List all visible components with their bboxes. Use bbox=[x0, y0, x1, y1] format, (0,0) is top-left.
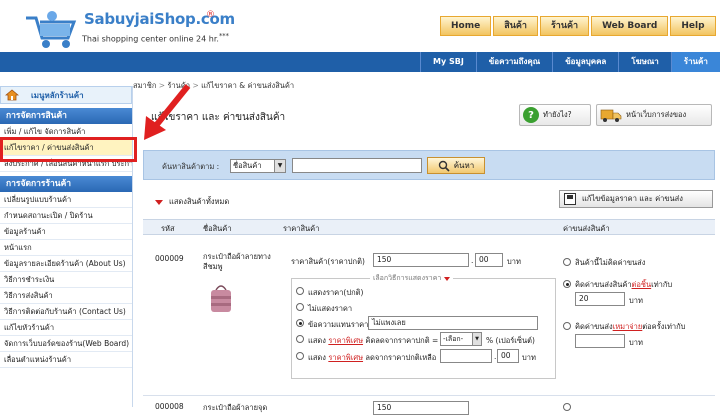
nav-webboard[interactable]: Web Board bbox=[591, 16, 669, 36]
options-legend: เลือกวิธีการแสดงราคา bbox=[370, 273, 454, 284]
col-name: ชื่อสินค้า bbox=[203, 224, 232, 233]
radio-hide-price[interactable] bbox=[296, 303, 304, 311]
radio-no-shipping[interactable] bbox=[563, 403, 571, 411]
product-image-bag[interactable] bbox=[208, 282, 234, 314]
nav-shops[interactable]: ร้านค้า bbox=[539, 16, 590, 36]
shipping-flat-label: คิดค่าขนส่งเหมาจ่ายต่อครั้งเท่ากับ bbox=[575, 322, 686, 331]
tagline: Thai shopping center online 24 hr.*** bbox=[82, 32, 229, 44]
discount-amount-label: แสดง ราคาพิเศษ ลดจากราคาปกติเหลือ bbox=[308, 353, 437, 362]
special-price-link[interactable]: ราคาพิเศษ bbox=[328, 336, 363, 345]
discount-satang-input[interactable]: 00 bbox=[497, 349, 519, 363]
sidebar-item-payment[interactable]: วิธีการชำระเงิน bbox=[0, 272, 132, 288]
registered-mark: ® bbox=[206, 10, 215, 20]
price-display-options: เลือกวิธีการแสดงราคา แสดงราคา(ปกติ) ไม่แ… bbox=[291, 273, 556, 379]
subnav-messages[interactable]: ข้อความถึงคุณ bbox=[475, 52, 552, 72]
price-label: ราคาสินค้า(ราคาปกติ) bbox=[291, 257, 365, 266]
col-code: รหัส bbox=[161, 224, 175, 233]
radio-discount-amount[interactable] bbox=[296, 352, 304, 360]
product-name[interactable]: กระเป๋าถือผ้าลายทางสีชมพู bbox=[203, 252, 281, 272]
product-code: 000009 bbox=[155, 254, 184, 263]
chevron-down-icon: ▼ bbox=[472, 333, 481, 345]
price-text-input[interactable]: ไม่แพงเลย bbox=[368, 316, 538, 330]
radio-no-shipping[interactable] bbox=[563, 258, 571, 266]
discount-percent-label: แสดง ราคาพิเศษ คิดลดจากราคาปกติ = bbox=[308, 336, 439, 345]
col-shipping: ค่าขนส่งสินค้า bbox=[563, 224, 610, 233]
site-header: SabuyjaiShop.com ® Thai shopping center … bbox=[0, 0, 720, 52]
search-input[interactable] bbox=[292, 158, 422, 173]
price-satang-input[interactable]: 00 bbox=[475, 253, 503, 267]
price-baht-input[interactable]: 150 bbox=[373, 401, 469, 415]
price-baht-input[interactable]: 150 bbox=[373, 253, 469, 267]
nav-products[interactable]: สินค้า bbox=[493, 16, 538, 36]
nav-help[interactable]: Help bbox=[670, 16, 716, 36]
chevron-down-icon: ▼ bbox=[274, 160, 285, 172]
radio-shipping-flat[interactable] bbox=[563, 322, 571, 330]
subnav-profile[interactable]: ข้อมูลบุคคล bbox=[552, 52, 618, 72]
sidebar-item-homepage[interactable]: หน้าแรก bbox=[0, 240, 132, 256]
floppy-disk-icon bbox=[564, 193, 576, 205]
shipping-page-button[interactable]: หน้าเว็บการส่งของ bbox=[596, 104, 712, 126]
shipping-per-item-input[interactable]: 20 bbox=[575, 292, 625, 306]
triangle-down-icon bbox=[155, 199, 163, 205]
nav-home[interactable]: Home bbox=[440, 16, 492, 36]
delivery-truck-icon bbox=[600, 109, 622, 122]
subnav-ads[interactable]: โฆษณา bbox=[618, 52, 670, 72]
sidebar-home[interactable]: เมนูหลักร้านค้า bbox=[0, 86, 132, 104]
search-icon bbox=[438, 160, 450, 172]
sidebar-section-shop: การจัดการร้านค้า bbox=[0, 176, 132, 192]
top-nav: Home สินค้า ร้านค้า Web Board Help bbox=[440, 16, 716, 36]
discount-baht-input[interactable] bbox=[440, 349, 492, 363]
highlight-box bbox=[0, 137, 137, 162]
special-price-link[interactable]: ราคาพิเศษ bbox=[328, 353, 363, 362]
sidebar-item-webboard[interactable]: จัดการเว็บบอร์ดของร้าน(Web Board) bbox=[0, 336, 132, 352]
main-content: สมาชิก > ร้านค้า > แก้ไขราคา & ค่าขนส่งส… bbox=[133, 76, 720, 415]
sidebar-item-contact-us[interactable]: วิธีการติดต่อกับร้านค้า (Contact Us) bbox=[0, 304, 132, 320]
shopping-cart-logo-icon bbox=[26, 11, 77, 48]
flat-rate-link[interactable]: เหมาจ่าย bbox=[613, 322, 643, 331]
table-row: 000009 กระเป๋าถือผ้าลายทางสีชมพู ราคาสิน… bbox=[143, 236, 715, 396]
shipping-flat-input[interactable] bbox=[575, 334, 625, 348]
sidebar-item-about-us[interactable]: ข้อมูลรายละเอียดร้านค้า (About Us) bbox=[0, 256, 132, 272]
breadcrumb-current: แก้ไขราคา & ค่าขนส่งสินค้า bbox=[201, 81, 295, 90]
table-row: 000008 กระเป๋าถือผ้าลายจุด 150 bbox=[143, 398, 715, 418]
sidebar-item-promote-shop[interactable]: เลื่อนตำแหน่งร้านค้า bbox=[0, 352, 132, 368]
radio-text-instead[interactable] bbox=[296, 319, 304, 327]
price-unit: บาท bbox=[507, 257, 521, 266]
product-name[interactable]: กระเป๋าถือผ้าลายจุด bbox=[203, 402, 267, 414]
sidebar-item-shipping[interactable]: วิธีการส่งสินค้า bbox=[0, 288, 132, 304]
discount-percent-select[interactable]: -เลือก- ▼ bbox=[440, 332, 482, 346]
sidebar-item-shop-info[interactable]: ข้อมูลร้านค้า bbox=[0, 224, 132, 240]
save-price-shipping-button[interactable]: แก้ไขข้อมูลราคา และ ค่าขนส่ง bbox=[559, 190, 713, 208]
search-label: ค้นหาสินค้าตาม : bbox=[162, 162, 220, 171]
shipping-per-item-label: คิดค่าขนส่งสินค้าต่อชิ้นเท่ากับ bbox=[575, 280, 673, 289]
sidebar-section-products: การจัดการสินค้า bbox=[0, 108, 132, 124]
help-button[interactable]: ? ทำยังไง? bbox=[519, 104, 591, 126]
show-all-toggle[interactable]: แสดงสินค้าทั้งหมด bbox=[155, 196, 229, 208]
search-button[interactable]: ค้นหา bbox=[427, 157, 485, 174]
search-field-select[interactable]: ชื่อสินค้า ▼ bbox=[230, 159, 286, 173]
red-arrow-annotation bbox=[144, 84, 191, 140]
sidebar: เมนูหลักร้านค้า การจัดการสินค้า เพิ่ม / … bbox=[0, 86, 133, 407]
search-bar: ค้นหาสินค้าตาม : ชื่อสินค้า ▼ ค้นหา bbox=[143, 150, 715, 180]
radio-show-normal[interactable] bbox=[296, 287, 304, 295]
per-item-link[interactable]: ต่อชิ้น bbox=[632, 280, 652, 289]
radio-discount-percent[interactable] bbox=[296, 335, 304, 343]
sidebar-item-theme[interactable]: เปลี่ยนรูปแบบร้านค้า bbox=[0, 192, 132, 208]
question-icon: ? bbox=[523, 107, 539, 123]
col-price: ราคาสินค้า bbox=[283, 224, 320, 233]
triangle-down-icon bbox=[444, 276, 451, 281]
subnav-my-sbj[interactable]: My SBJ bbox=[420, 52, 476, 72]
sidebar-item-shop-header[interactable]: แก้ไขหัวร้านค้า bbox=[0, 320, 132, 336]
subnav-shop[interactable]: ร้านค้า bbox=[670, 52, 720, 72]
sub-nav: My SBJ ข้อความถึงคุณ ข้อมูลบุคคล โฆษณา ร… bbox=[0, 52, 720, 72]
radio-shipping-per-item[interactable] bbox=[563, 280, 571, 288]
table-header: รหัส ชื่อสินค้า ราคาสินค้า ค่าขนส่งสินค้… bbox=[143, 219, 715, 235]
home-icon bbox=[5, 89, 19, 101]
sidebar-item-shop-status[interactable]: กำหนดสถานะเปิด / ปิดร้าน bbox=[0, 208, 132, 224]
site-logo[interactable]: SabuyjaiShop.com ® Thai shopping center … bbox=[22, 8, 237, 50]
